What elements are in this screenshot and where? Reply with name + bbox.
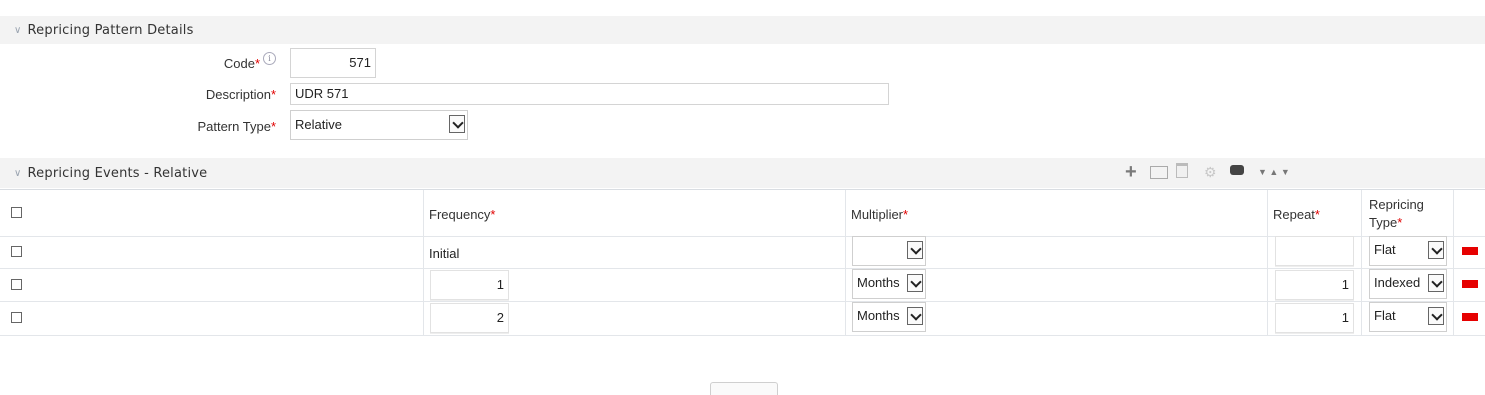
repeat-input[interactable]: 1 xyxy=(1275,303,1354,333)
required-mark: * xyxy=(270,87,276,102)
footer-button[interactable] xyxy=(710,382,778,395)
column-divider xyxy=(1453,190,1454,236)
table-row[interactable]: 1 Months 1 Indexed xyxy=(0,268,1485,302)
repeat-header-text: Repeat xyxy=(1273,207,1315,222)
column-divider xyxy=(845,190,846,236)
frequency-input[interactable]: 2 xyxy=(430,303,509,333)
events-section-header[interactable]: ∨ Repricing Events - Relative + ⚙ ▼ ▲ ▼ xyxy=(0,158,1485,188)
settings-icon[interactable]: ⚙ xyxy=(1204,164,1217,181)
chevron-down-icon[interactable] xyxy=(907,307,923,325)
table-row[interactable]: 2 Months 1 Flat xyxy=(0,301,1485,336)
select-all-checkbox[interactable] xyxy=(11,207,22,218)
code-input[interactable]: 571 xyxy=(290,48,376,78)
required-mark: * xyxy=(270,119,276,134)
repeat-input[interactable] xyxy=(1275,236,1354,266)
details-section-header[interactable]: ∨ Repricing Pattern Details xyxy=(0,16,1485,44)
repeat-header[interactable]: Repeat* xyxy=(1273,207,1320,222)
row-status-flag xyxy=(1462,313,1478,321)
repricing-type-value: Flat xyxy=(1374,308,1396,323)
column-divider xyxy=(1453,301,1454,335)
add-icon[interactable]: + xyxy=(1125,161,1137,184)
grid-header-row: Frequency* Multiplier* Repeat* Repricing… xyxy=(0,189,1485,237)
row-status-flag xyxy=(1462,247,1478,255)
tag-icon[interactable] xyxy=(1230,165,1244,175)
chevron-down-icon[interactable] xyxy=(907,274,923,292)
details-section-title[interactable]: ∨ Repricing Pattern Details xyxy=(14,23,194,38)
chevron-down-icon[interactable]: ∨ xyxy=(14,168,22,179)
required-mark: * xyxy=(1314,207,1320,222)
pattern-type-label: Pattern Type* xyxy=(126,119,276,134)
column-divider xyxy=(845,268,846,301)
repricing-type-header[interactable]: Repricing Type* xyxy=(1369,196,1424,232)
column-divider xyxy=(1267,235,1268,268)
column-divider xyxy=(423,268,424,301)
repeat-input[interactable]: 1 xyxy=(1275,270,1354,300)
column-divider xyxy=(423,301,424,335)
details-section-label: Repricing Pattern Details xyxy=(27,23,194,38)
repricing-type-header-line1: Repricing xyxy=(1369,197,1424,212)
multiplier-header[interactable]: Multiplier* xyxy=(851,207,908,222)
pattern-type-label-text: Pattern Type xyxy=(197,119,271,134)
description-label: Description* xyxy=(126,87,276,102)
pattern-type-select[interactable]: Relative xyxy=(290,110,468,140)
chevron-down-icon[interactable] xyxy=(907,241,923,259)
row-checkbox[interactable] xyxy=(11,312,22,323)
table-row[interactable]: Initial Flat xyxy=(0,235,1485,269)
description-label-text: Description xyxy=(205,87,271,102)
events-section-title[interactable]: ∨ Repricing Events - Relative xyxy=(14,166,207,181)
multiplier-header-text: Multiplier xyxy=(851,207,904,222)
chevron-down-icon[interactable] xyxy=(1428,274,1444,292)
column-divider xyxy=(423,235,424,268)
chevron-down-icon[interactable] xyxy=(1428,241,1444,259)
frequency-value: Initial xyxy=(429,246,460,261)
detail-icon[interactable] xyxy=(1150,166,1168,179)
description-input[interactable]: UDR 571 xyxy=(290,83,889,105)
column-divider xyxy=(1453,268,1454,301)
repricing-type-select[interactable]: Flat xyxy=(1369,302,1447,332)
frequency-header[interactable]: Frequency* xyxy=(429,207,495,222)
column-divider xyxy=(1361,268,1362,301)
required-mark: * xyxy=(490,207,496,222)
multiplier-select[interactable]: Months xyxy=(852,269,926,299)
multiplier-select[interactable]: Months xyxy=(852,302,926,332)
column-divider xyxy=(1267,190,1268,236)
column-divider xyxy=(1361,235,1362,268)
required-mark: * xyxy=(1397,215,1403,230)
sort-icon[interactable]: ▼ ▲ ▼ xyxy=(1258,167,1290,177)
pattern-type-value: Relative xyxy=(295,117,342,132)
column-divider xyxy=(1361,190,1362,236)
repricing-type-value: Flat xyxy=(1374,242,1396,257)
column-divider xyxy=(1453,235,1454,268)
frequency-input[interactable]: 1 xyxy=(430,270,509,300)
column-divider xyxy=(1361,301,1362,335)
repricing-type-select[interactable]: Flat xyxy=(1369,236,1447,266)
column-divider xyxy=(423,190,424,236)
code-label: Code* xyxy=(110,56,260,71)
row-checkbox[interactable] xyxy=(11,279,22,290)
column-divider xyxy=(1267,268,1268,301)
events-section-label: Repricing Events - Relative xyxy=(27,166,208,181)
chevron-down-icon[interactable] xyxy=(1428,307,1444,325)
delete-icon[interactable] xyxy=(1176,163,1188,178)
chevron-down-icon[interactable]: ∨ xyxy=(14,25,22,36)
required-mark: * xyxy=(254,56,260,71)
frequency-header-text: Frequency xyxy=(429,207,491,222)
multiplier-value: Months xyxy=(857,308,900,323)
column-divider xyxy=(845,235,846,268)
multiplier-select[interactable] xyxy=(852,236,926,266)
info-icon[interactable]: i xyxy=(263,52,276,65)
row-status-flag xyxy=(1462,280,1478,288)
multiplier-value: Months xyxy=(857,275,900,290)
repricing-type-select[interactable]: Indexed xyxy=(1369,269,1447,299)
row-checkbox[interactable] xyxy=(11,246,22,257)
required-mark: * xyxy=(903,207,909,222)
column-divider xyxy=(1267,301,1268,335)
repricing-type-header-line2: Type xyxy=(1369,215,1398,230)
column-divider xyxy=(845,301,846,335)
code-label-text: Code xyxy=(223,56,255,71)
chevron-down-icon[interactable] xyxy=(449,115,465,133)
repricing-type-value: Indexed xyxy=(1374,275,1421,290)
